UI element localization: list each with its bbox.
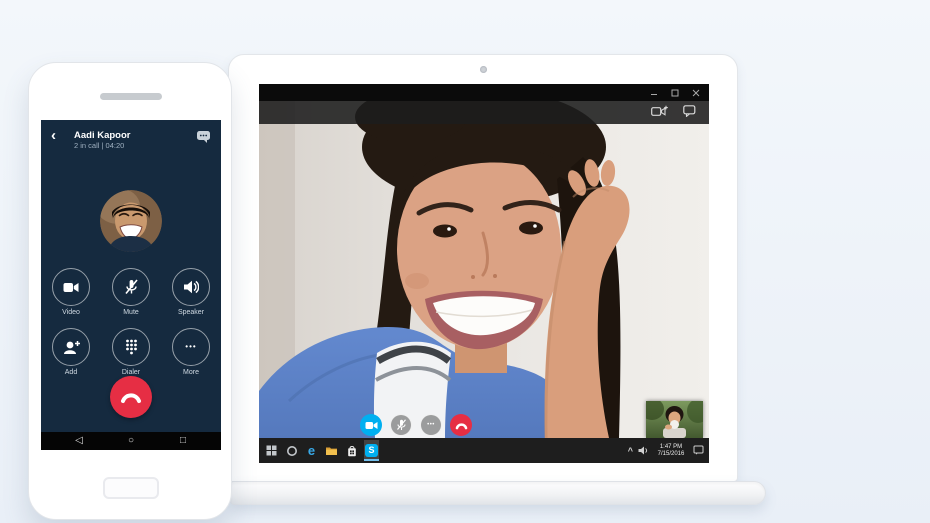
taskbar-pinned-apps: e S (259, 438, 379, 463)
speaker-button[interactable] (172, 268, 210, 306)
mute-label: Mute (123, 309, 139, 316)
contact-name: Aadi Kapoor (74, 130, 131, 141)
store-icon[interactable] (344, 440, 359, 461)
back-icon[interactable]: ‹ (51, 128, 64, 143)
end-call-button[interactable] (110, 376, 152, 418)
phone-device: ‹ Aadi Kapoor 2 in call | 04:20 Video Mu… (28, 62, 232, 520)
phone-earpiece-slot (100, 93, 162, 100)
speaker-icon (184, 280, 199, 294)
android-nav-bar: ◁ ○ □ (41, 432, 221, 450)
more-button[interactable]: ••• (172, 328, 210, 366)
chat-bubble-icon[interactable] (196, 130, 211, 149)
video-label: Video (62, 309, 80, 316)
minimize-icon[interactable] (649, 88, 659, 98)
tray-caret-icon[interactable]: ^ (628, 447, 633, 456)
add-label: Add (64, 369, 78, 376)
skype-letter: S (368, 445, 375, 455)
laptop-base (230, 481, 766, 505)
window-titlebar (259, 84, 709, 101)
add-person-icon (63, 340, 80, 354)
webcam-dot (480, 66, 487, 73)
end-call-icon (121, 393, 141, 403)
speaker-label: Speaker (177, 309, 205, 316)
more-dots-icon: ••• (427, 422, 435, 428)
skype-call-screen: ‹ Aadi Kapoor 2 in call | 04:20 Video Mu… (41, 120, 221, 450)
android-home-icon[interactable]: ○ (124, 436, 138, 446)
close-icon[interactable] (691, 88, 701, 98)
mute-button[interactable] (112, 268, 150, 306)
clock-time: 1:47 PM (659, 443, 683, 450)
more-options-button[interactable]: ••• (420, 414, 442, 436)
mute-button[interactable] (390, 414, 412, 436)
volume-icon[interactable] (638, 442, 649, 460)
call-toolbar (259, 101, 709, 124)
action-center-icon[interactable] (693, 442, 704, 460)
android-recents-icon[interactable]: □ (176, 436, 190, 446)
hero-scene: ••• e S ^ 1:47 PM 7/15/2016 ‹ Aadi Kapoo… (0, 0, 930, 523)
call-header: ‹ Aadi Kapoor 2 in call | 04:20 (41, 120, 221, 151)
remote-video-feed (259, 101, 709, 438)
video-button[interactable] (52, 268, 90, 306)
taskbar-tray: ^ 1:47 PM 7/15/2016 (628, 438, 709, 463)
more-dots-icon: ••• (185, 342, 197, 351)
phone-screen: ‹ Aadi Kapoor 2 in call | 04:20 Video Mu… (41, 120, 221, 450)
add-participant-video-icon[interactable] (651, 104, 668, 122)
skype-taskbar-icon[interactable]: S (364, 440, 379, 461)
dialer-button[interactable] (112, 328, 150, 366)
self-view-thumbnail (646, 401, 703, 438)
contact-avatar (100, 190, 162, 252)
add-participant-button[interactable] (52, 328, 90, 366)
clock-date: 7/15/2016 (657, 450, 685, 457)
remote-person-video (259, 101, 709, 438)
more-label: More (183, 369, 199, 376)
call-controls: ••• (360, 414, 472, 436)
cortana-icon[interactable] (284, 440, 299, 461)
call-button-grid: Video Mute Speaker Add Dialer ••• More (41, 268, 221, 388)
mute-icon (124, 279, 138, 295)
android-back-icon[interactable]: ◁ (72, 436, 86, 446)
laptop-device: ••• e S ^ 1:47 PM 7/15/2016 (228, 54, 738, 482)
self-view-video[interactable] (646, 401, 703, 438)
dialer-icon (125, 339, 137, 355)
start-icon[interactable] (264, 440, 279, 461)
taskbar-clock[interactable]: 1:47 PM 7/15/2016 (654, 444, 688, 458)
video-call-button[interactable] (360, 414, 382, 436)
chat-message-icon[interactable] (683, 104, 696, 122)
call-status: 2 in call | 04:20 (74, 141, 125, 150)
laptop-screen: ••• e S ^ 1:47 PM 7/15/2016 (259, 84, 709, 463)
edge-icon[interactable]: e (304, 440, 319, 461)
end-call-button[interactable] (450, 414, 472, 436)
windows-taskbar: e S ^ 1:47 PM 7/15/2016 (259, 438, 709, 463)
phone-home-button (103, 477, 159, 499)
video-icon (63, 282, 79, 292)
file-explorer-icon[interactable] (324, 440, 339, 461)
maximize-icon[interactable] (670, 88, 680, 98)
